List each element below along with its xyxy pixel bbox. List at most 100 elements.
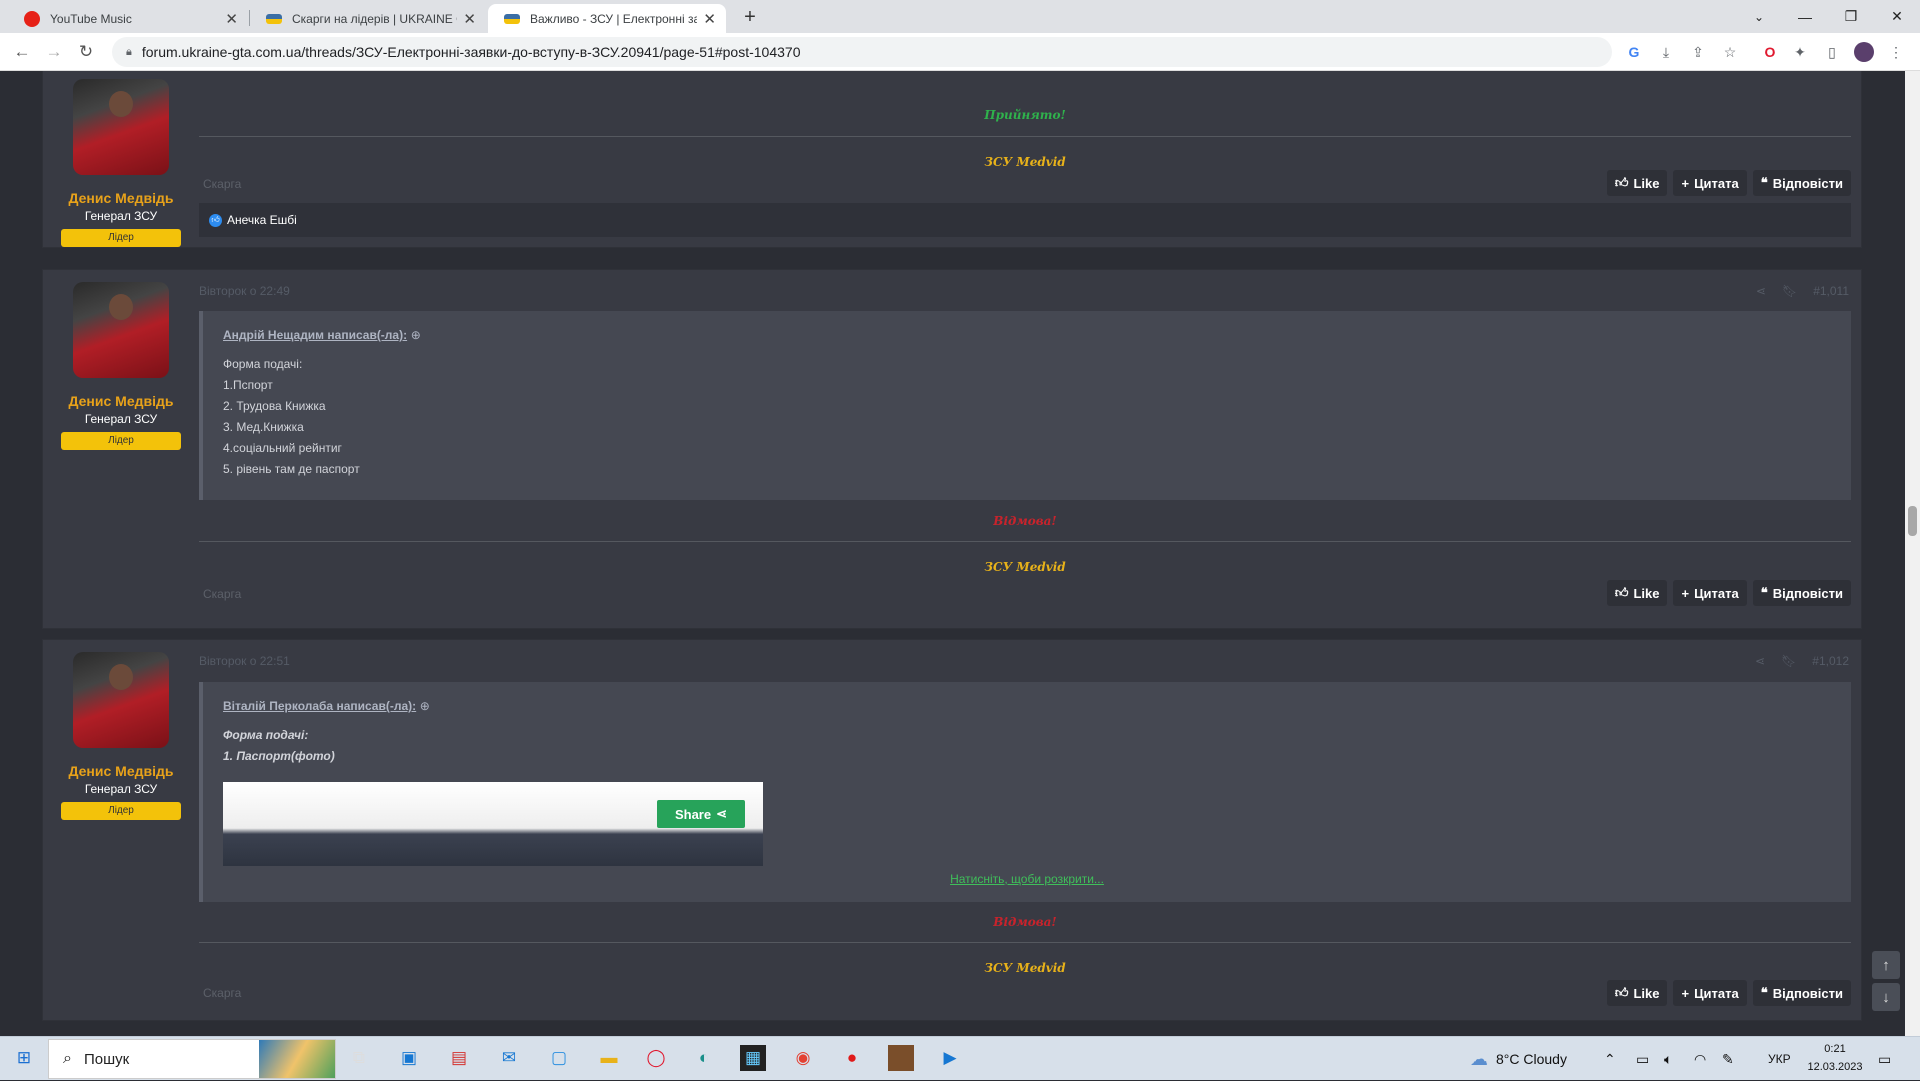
quote-author[interactable]: Віталій Перколаба написав(-ла): (223, 699, 416, 713)
liker-name[interactable]: Анечка Ешбі (227, 213, 297, 227)
forum-page: Денис Медвідь Генерал ЗСУ Лідер Прийнято… (0, 71, 1905, 1036)
share-page-icon[interactable]: ⇪ (1688, 42, 1708, 62)
bookmark-star-icon[interactable]: ☆ (1720, 42, 1740, 62)
reply-button[interactable]: ❝ Відповісти (1752, 580, 1851, 606)
expand-quote-link[interactable]: Натисніть, щоби розкрити... (203, 872, 1851, 886)
volume-icon[interactable]: 🔈︎ (1664, 1037, 1672, 1081)
quote-author[interactable]: Андрій Нещадим написав(-ла): (223, 328, 407, 342)
taskbar-search[interactable]: ⌕ Пошук (48, 1039, 336, 1079)
post-author: Денис Медвідь Генерал ЗСУ Лідер (43, 282, 199, 450)
share-icon[interactable]: ⋖ (1755, 654, 1765, 668)
search-placeholder: Пошук (83, 1050, 130, 1068)
reload-icon[interactable]: ↻ (74, 40, 98, 64)
battery-icon[interactable]: ▭ (1636, 1037, 1649, 1081)
store-icon[interactable]: ▣ (396, 1045, 422, 1071)
reply-button[interactable]: ❝ Відповісти (1752, 170, 1851, 196)
record-icon[interactable]: ● (839, 1045, 865, 1071)
avatar[interactable] (73, 652, 169, 748)
new-tab-button[interactable]: + (738, 4, 762, 30)
menu-icon[interactable]: ⋮ (1886, 42, 1906, 62)
profile-avatar[interactable] (1854, 42, 1874, 62)
post-author: Денис Медвідь Генерал ЗСУ Лідер (43, 652, 199, 820)
scroll-up-button[interactable]: ↑ (1872, 951, 1900, 979)
edge-icon[interactable]: ◐ (691, 1045, 717, 1071)
post-author: Денис Медвідь Генерал ЗСУ Лідер (43, 79, 199, 247)
close-tab-icon[interactable]: ✕ (703, 10, 716, 28)
report-link[interactable]: Скарга (203, 177, 241, 191)
back-icon[interactable]: ← (10, 40, 34, 64)
close-window-button[interactable]: ✕ (1874, 0, 1920, 33)
task-view-icon[interactable]: ⧉ (346, 1045, 372, 1071)
quote-button[interactable]: + Цитата (1673, 580, 1747, 606)
side-panel-icon[interactable]: ▯ (1822, 42, 1842, 62)
gift-app-icon[interactable]: ▤ (446, 1045, 472, 1071)
address-bar[interactable]: 🔒︎ forum.ukraine-gta.com.ua/threads/ЗСУ-… (112, 37, 1612, 67)
like-button[interactable]: 👍︎ Like (1606, 170, 1668, 196)
notifications-icon[interactable]: ▭ (1878, 1037, 1891, 1081)
install-app-icon[interactable]: ⤓ (1656, 42, 1676, 62)
avatar[interactable] (73, 79, 169, 175)
clock[interactable]: 0:21 12.03.2023 (1800, 1040, 1870, 1076)
pen-icon[interactable]: ✎ (1722, 1037, 1734, 1081)
scroll-down-button[interactable]: ↓ (1872, 983, 1900, 1011)
bookmark-icon[interactable]: 🔖︎ (1782, 284, 1797, 298)
share-image-button[interactable]: Share ⋖ (657, 800, 745, 828)
page-scrollbar[interactable] (1905, 71, 1920, 1036)
report-link[interactable]: Скарга (203, 986, 241, 1000)
scrollbar-thumb[interactable] (1908, 506, 1917, 536)
opera-icon[interactable]: ◯ (643, 1045, 669, 1071)
opera-extension-icon[interactable]: O (1760, 42, 1780, 62)
quote-button[interactable]: + Цитата (1673, 170, 1747, 196)
image-preview[interactable]: Share ⋖ (223, 782, 763, 866)
restore-button[interactable]: ❐ (1828, 0, 1874, 33)
like-label: Like (1633, 585, 1660, 601)
like-button[interactable]: 👍︎ Like (1606, 580, 1668, 606)
like-button[interactable]: 👍︎ Like (1606, 980, 1668, 1006)
chrome-icon[interactable]: ◉ (790, 1045, 816, 1071)
photo-app-icon[interactable] (888, 1045, 914, 1071)
ukraine-gta-icon (266, 13, 282, 24)
avatar[interactable] (73, 282, 169, 378)
reply-button[interactable]: ❝ Відповісти (1752, 980, 1851, 1006)
tab-youtube-music[interactable]: YouTube Music ✕ (8, 4, 248, 33)
tab-complaints[interactable]: Скарги на лідерів | UKRAINE GTA ✕ (250, 4, 486, 33)
go-to-quote-icon[interactable]: ⊕ (420, 699, 430, 713)
google-icon[interactable]: G (1624, 42, 1644, 62)
author-title: Генерал ЗСУ (84, 782, 158, 796)
mail-icon[interactable]: ✉ (496, 1045, 522, 1071)
tab-zsu-applications[interactable]: Важливо - ЗСУ | Електронні заяв ✕ (488, 4, 726, 33)
report-link[interactable]: Скарга (203, 587, 241, 601)
close-tab-icon[interactable]: ✕ (463, 10, 476, 28)
minimize-button[interactable]: — (1782, 0, 1828, 33)
forward-icon[interactable]: → (42, 40, 66, 64)
language-indicator[interactable]: УКР (1768, 1037, 1791, 1081)
close-tab-icon[interactable]: ✕ (225, 10, 238, 28)
author-name[interactable]: Денис Медвідь (43, 190, 199, 206)
tray-chevron-icon[interactable]: ⌃ (1604, 1037, 1616, 1081)
network-icon[interactable]: ◠ (1694, 1037, 1706, 1081)
quote-button[interactable]: + Цитата (1673, 980, 1747, 1006)
game-icon[interactable]: ▦ (740, 1045, 766, 1071)
post-date[interactable]: Вівторок о 22:49 (199, 284, 290, 298)
like-reaction-icon: 👍︎ (209, 213, 222, 227)
file-explorer-icon[interactable]: ▬ (596, 1045, 622, 1071)
windows-start-icon[interactable]: ⊞ (11, 1045, 37, 1071)
weather-widget[interactable]: ☁ 8°C Cloudy (1470, 1037, 1567, 1081)
divider (199, 942, 1851, 943)
post-number[interactable]: #1,012 (1812, 654, 1849, 668)
bookmark-icon[interactable]: 🔖︎ (1781, 654, 1796, 668)
author-name[interactable]: Денис Медвідь (43, 393, 199, 409)
search-highlight-image (259, 1040, 335, 1078)
share-icon[interactable]: ⋖ (1756, 284, 1766, 298)
app-icon[interactable]: ▢ (546, 1045, 572, 1071)
post-date[interactable]: Вівторок о 22:51 (199, 654, 290, 668)
extensions-icon[interactable]: ✦ (1790, 42, 1810, 62)
url-text: forum.ukraine-gta.com.ua/threads/ЗСУ-Еле… (141, 44, 801, 60)
tab-search-icon[interactable]: ⌄ (1736, 0, 1782, 33)
post-number[interactable]: #1,011 (1813, 284, 1849, 298)
post-actions: 👍︎ Like + Цитата ❝ Відповісти (1606, 980, 1851, 1006)
go-to-quote-icon[interactable]: ⊕ (411, 328, 421, 342)
media-player-icon[interactable]: ▶ (937, 1045, 963, 1071)
post-actions: 👍︎ Like + Цитата ❝ Відповісти (1606, 580, 1851, 606)
author-name[interactable]: Денис Медвідь (43, 763, 199, 779)
